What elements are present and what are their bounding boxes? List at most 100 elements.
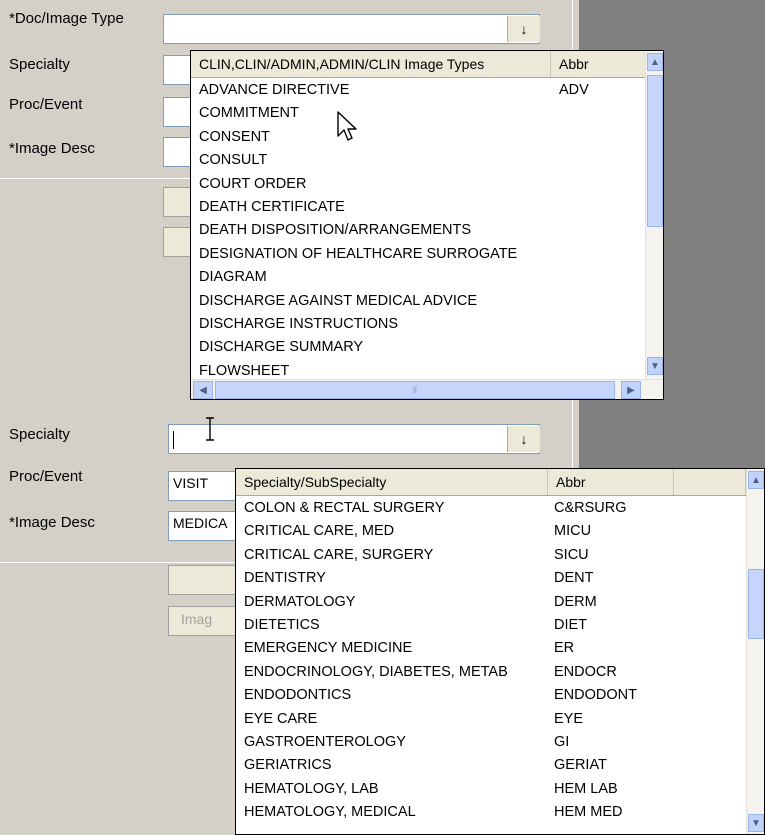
list-item-name: DEATH DISPOSITION/ARRANGEMENTS (199, 222, 472, 239)
col-header-specialty[interactable]: Specialty/SubSpecialty (236, 469, 548, 495)
scroll-left-icon[interactable]: ◀ (193, 381, 213, 399)
list-item-abbr: HEM LAB (554, 780, 618, 797)
list-item[interactable]: GASTROENTEROLOGY GI (236, 731, 741, 754)
image-type-list: ADVANCE DIRECTIVE ADV COMMITMENT CONSENT CON… (191, 79, 641, 383)
list-item-name: COLON & RECTAL SURGERY (244, 500, 445, 516)
bottom-panel: Specialty Proc/Event *Image Desc ↓ VISIT… (0, 410, 765, 835)
proc-event-field[interactable]: VISIT (168, 471, 238, 501)
specialty-dropdown[interactable]: Specialty/SubSpecialty Abbr COLON & RECT… (235, 468, 765, 835)
list-item[interactable]: DEATH CERTIFICATE (191, 196, 641, 219)
text-caret (173, 431, 174, 449)
scroll-down-icon[interactable]: ▼ (748, 814, 764, 832)
list-item[interactable]: EYE CARE EYE (236, 708, 741, 731)
list-item-abbr: DERM (554, 593, 597, 610)
list-item-name: ENDODONTICS (244, 687, 352, 704)
list-item[interactable]: CONSULT (191, 149, 641, 172)
list-item[interactable]: DISCHARGE SUMMARY (191, 336, 641, 359)
list-item-name: DISCHARGE AGAINST MEDICAL ADVICE (199, 292, 477, 309)
col-header-abbr[interactable]: Abbr (548, 469, 674, 495)
hscroll-thumb[interactable]: ⦀ (215, 381, 615, 399)
list-item[interactable]: COMMITMENT (191, 102, 641, 125)
list-item-abbr: ADV (559, 82, 589, 98)
list-item[interactable]: CRITICAL CARE, MED MICU (236, 520, 741, 543)
list-item[interactable]: DIAGRAM (191, 266, 641, 289)
specialty-label: Specialty (9, 56, 70, 73)
image-type-dropdown[interactable]: CLIN,CLIN/ADMIN,ADMIN/CLIN Image Types A… (190, 50, 664, 400)
top-panel: *Doc/Image Type Specialty Proc/Event *Im… (0, 0, 765, 410)
list-item-name: COURT ORDER (199, 175, 307, 192)
list-item[interactable]: DIETETICS DIET (236, 614, 741, 637)
outside-area (578, 410, 765, 475)
image-desc-label: *Image Desc (9, 140, 95, 157)
list-item[interactable]: CONSENT (191, 126, 641, 149)
scroll-down-icon[interactable]: ▼ (647, 357, 663, 375)
list-item[interactable]: CRITICAL CARE, SURGERY SICU (236, 544, 741, 567)
list-item-name: COMMITMENT (199, 105, 299, 122)
splitter[interactable] (572, 410, 579, 475)
list-item-abbr: ER (554, 640, 575, 657)
list-item-name: ENDOCRINOLOGY, DIABETES, METAB (244, 663, 508, 680)
list-item-abbr: C&RSURG (554, 500, 627, 516)
list-item-name: GASTROENTEROLOGY (244, 733, 406, 750)
proc-event-label: Proc/Event (9, 468, 83, 485)
scroll-up-icon[interactable]: ▲ (748, 471, 764, 489)
list-item-name: CRITICAL CARE, SURGERY (244, 546, 434, 563)
list-item[interactable]: ADVANCE DIRECTIVE ADV (191, 79, 641, 102)
list-item[interactable]: ENDOCRINOLOGY, DIABETES, METAB ENDOCR (236, 661, 741, 684)
list-item-name: CONSENT (199, 128, 270, 145)
horizontal-scrollbar[interactable]: ◀ ⦀ ▶ (191, 379, 663, 399)
list-item[interactable]: HEMATOLOGY, MEDICAL HEM MED (236, 801, 741, 824)
list-item-name: GERIATRICS (244, 757, 332, 774)
specialty-label: Specialty (9, 426, 70, 443)
col-header-blank (674, 469, 746, 495)
scroll-thumb[interactable] (647, 75, 663, 227)
list-item-name: DISCHARGE SUMMARY (199, 339, 364, 356)
list-item[interactable]: DENTISTRY DENT (236, 567, 741, 590)
list-item-name: DEATH CERTIFICATE (199, 198, 345, 215)
vertical-scrollbar[interactable]: ▲ ▼ (645, 51, 663, 379)
col-header-abbr[interactable]: Abbr (551, 51, 647, 77)
list-item-name: DERMATOLOGY (244, 593, 356, 610)
ibeam-cursor-icon (206, 417, 214, 441)
specialty-list: COLON & RECTAL SURGERY C&RSURG CRITICAL CA… (236, 497, 741, 824)
list-item-name: HEMATOLOGY, LAB (244, 780, 379, 797)
doc-type-combo[interactable] (163, 14, 540, 44)
list-item-name: CRITICAL CARE, MED (244, 523, 395, 540)
list-item-abbr: ENDODONT (554, 687, 637, 704)
list-item[interactable]: DISCHARGE INSTRUCTIONS (191, 313, 641, 336)
specialty-combo[interactable] (168, 424, 540, 454)
list-item[interactable]: ENDODONTICS ENDODONT (236, 684, 741, 707)
list-item-abbr: DIET (554, 616, 588, 633)
scroll-thumb[interactable] (748, 569, 764, 639)
list-item-abbr: EYE (554, 710, 584, 727)
list-item[interactable]: COURT ORDER (191, 173, 641, 196)
scroll-right-icon[interactable]: ▶ (621, 381, 641, 399)
download-arrow-icon[interactable]: ↓ (507, 426, 540, 452)
list-item-name: DIAGRAM (199, 269, 267, 286)
list-item-abbr: ENDOCR (554, 663, 617, 680)
list-item-name: EMERGENCY MEDICINE (244, 640, 413, 657)
list-item[interactable]: GERIATRICS GERIAT (236, 754, 741, 777)
list-item[interactable]: DESIGNATION OF HEALTHCARE SURROGATE (191, 243, 641, 266)
scroll-up-icon[interactable]: ▲ (647, 53, 663, 71)
list-item[interactable]: EMERGENCY MEDICINE ER (236, 637, 741, 660)
vertical-scrollbar[interactable]: ▲ ▼ (746, 469, 764, 834)
list-item-name: DIETETICS (244, 616, 320, 633)
download-arrow-icon[interactable]: ↓ (507, 16, 540, 42)
list-item[interactable]: HEMATOLOGY, LAB HEM LAB (236, 778, 741, 801)
list-item[interactable]: DEATH DISPOSITION/ARRANGEMENTS (191, 219, 641, 242)
image-button[interactable]: Imag (168, 606, 238, 636)
list-item[interactable]: DERMATOLOGY DERM (236, 591, 741, 614)
list-item-name: DISCHARGE INSTRUCTIONS (199, 315, 398, 332)
doc-type-label: *Doc/Image Type (9, 10, 124, 27)
image-desc-field[interactable]: MEDICA (168, 511, 238, 541)
dropdown-header: Specialty/SubSpecialty Abbr (236, 469, 746, 496)
list-item[interactable]: DISCHARGE AGAINST MEDICAL ADVICE (191, 290, 641, 313)
dropdown-header: CLIN,CLIN/ADMIN,ADMIN/CLIN Image Types A… (191, 51, 647, 78)
action-button[interactable] (168, 565, 238, 595)
list-item-abbr: HEM MED (554, 804, 623, 821)
list-item-name: DESIGNATION OF HEALTHCARE SURROGATE (199, 245, 518, 262)
list-item-abbr: MICU (554, 523, 592, 540)
col-header-image-types[interactable]: CLIN,CLIN/ADMIN,ADMIN/CLIN Image Types (191, 51, 551, 77)
list-item[interactable]: COLON & RECTAL SURGERY C&RSURG (236, 497, 741, 520)
